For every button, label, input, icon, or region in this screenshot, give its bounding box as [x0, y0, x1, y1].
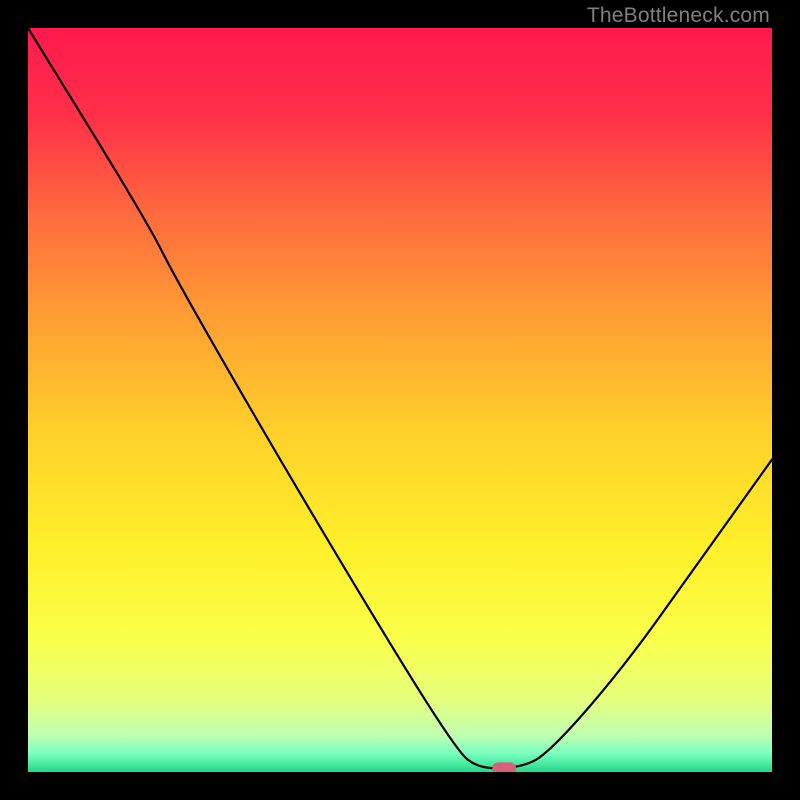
- watermark-text: TheBottleneck.com: [587, 4, 770, 28]
- highlight-pill: [492, 762, 516, 772]
- bottleneck-chart: [28, 28, 772, 772]
- chart-frame: [28, 28, 772, 772]
